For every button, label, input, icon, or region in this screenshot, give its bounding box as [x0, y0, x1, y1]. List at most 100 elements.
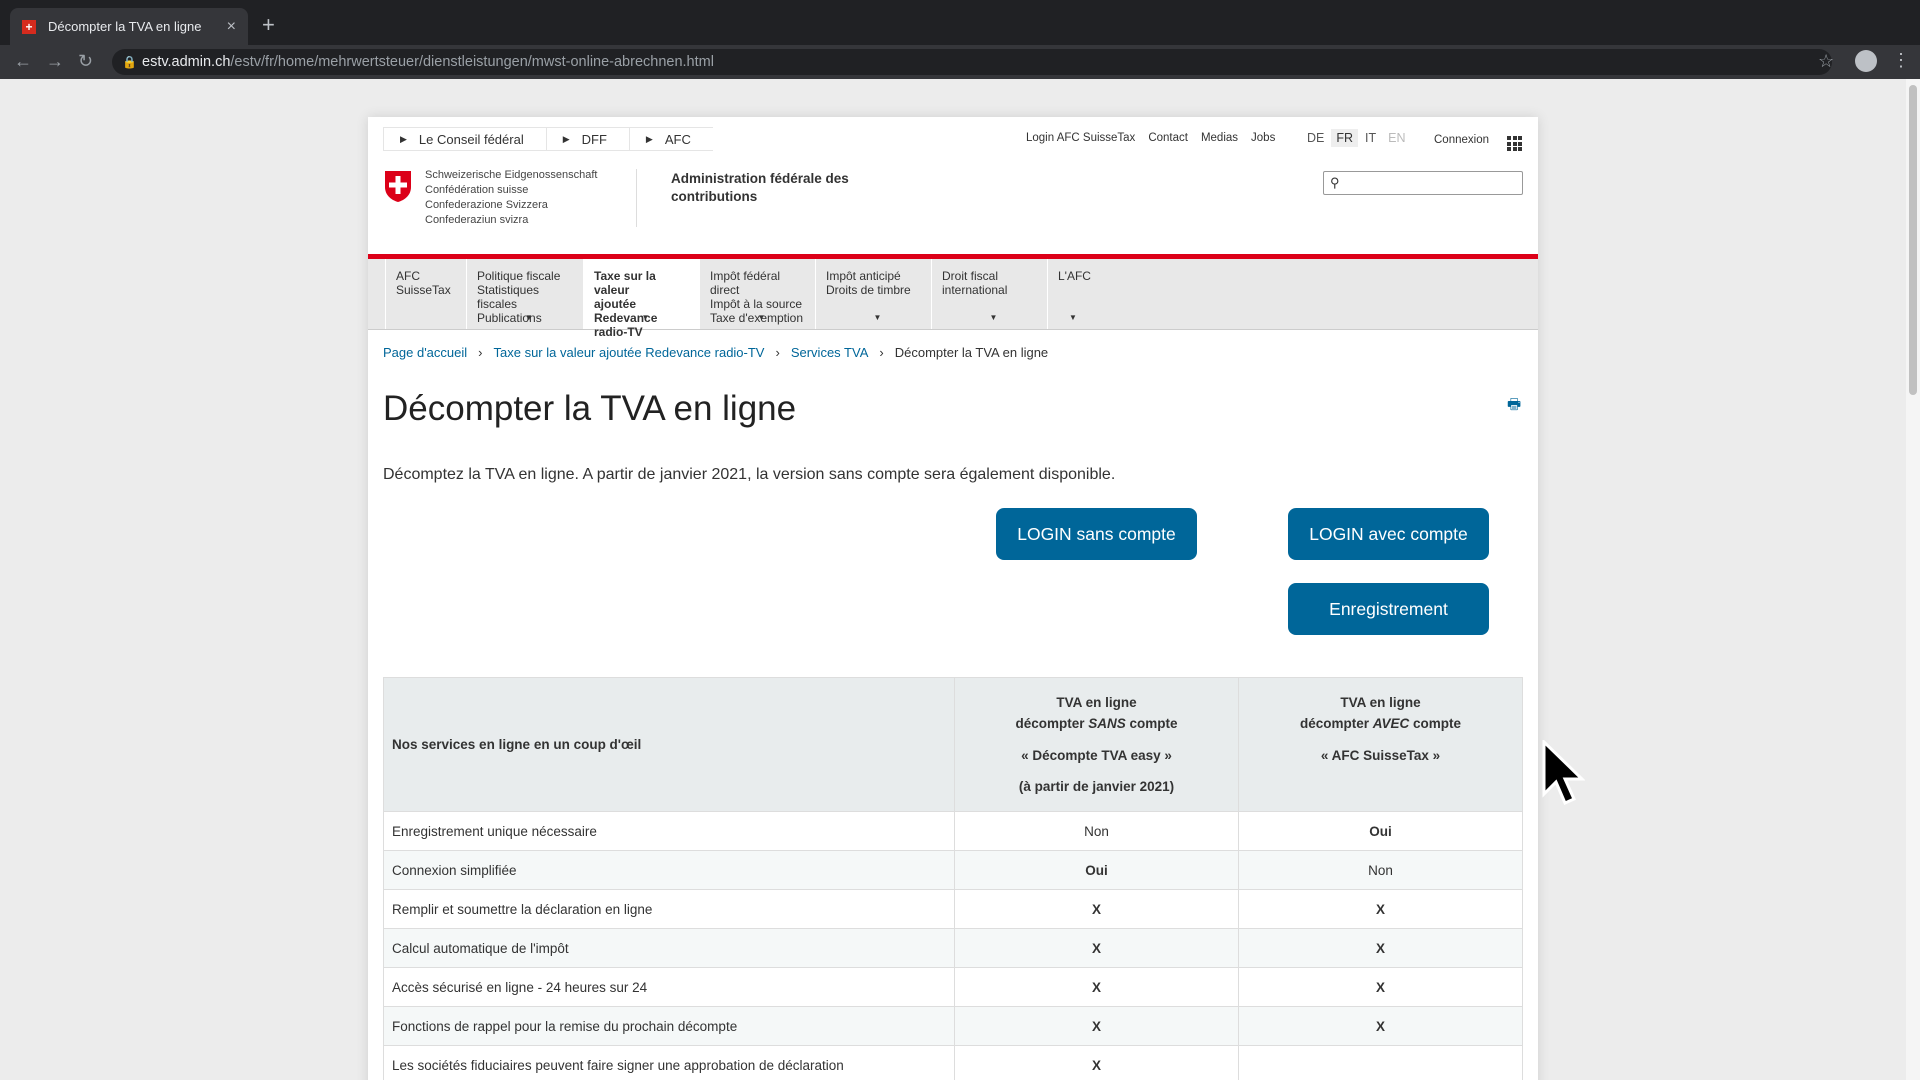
back-icon[interactable]: ← — [14, 51, 32, 72]
breadcrumb: Page d'accueil › Taxe sur la valeur ajouté… — [383, 345, 1048, 360]
nav-item[interactable]: L'AFC ▼ — [1047, 259, 1091, 329]
caret-down-icon: ▼ — [989, 313, 998, 322]
nav-item-label: international — [942, 283, 1008, 297]
nav-item[interactable]: Taxe sur la valeur ajoutée Redevance radio… — [583, 259, 699, 339]
nav-item-label: Taxe sur la valeur — [594, 269, 656, 297]
breadcrumb-item: Décompter la TVA en ligne — [894, 345, 1049, 360]
scrollbar-thumb[interactable] — [1909, 85, 1917, 395]
cell-without-account: X — [954, 1045, 1239, 1080]
confederation-name: Confédération suisse — [425, 184, 529, 196]
federal-bar-item[interactable]: ▶ AFC — [628, 127, 713, 151]
nav-item[interactable]: Droit fiscal international ▼ — [931, 259, 1047, 329]
cell-without-account: X — [954, 889, 1239, 929]
table-header-without-account: TVA en ligne décompter SANS compte « Déc… — [954, 677, 1239, 812]
confederation-names: Schweizerische Eidgenossenschaft Confédér… — [425, 168, 597, 228]
table-row: Calcul automatique de l'impôt X X — [383, 928, 1523, 968]
top-link[interactable]: Contact — [1148, 132, 1188, 144]
lock-icon: 🔒 — [122, 55, 137, 69]
cell-with-account — [1238, 1045, 1523, 1080]
header-divider — [636, 169, 637, 227]
federal-bar-item[interactable]: ▶ Le Conseil fédéral — [383, 127, 546, 151]
cell-with-account: X — [1238, 889, 1523, 929]
main-navigation: AFC SuisseTax Politique fiscale Statistiqu… — [368, 259, 1538, 339]
forward-icon[interactable]: → — [46, 51, 64, 72]
scrollbar[interactable] — [1906, 79, 1920, 1080]
nav-item-label: Droit fiscal — [942, 269, 999, 283]
page-viewport: ▶ Le Conseil fédéral ▶ DFF ▶ AFC Login AFC Su… — [0, 79, 1920, 1080]
bookmark-star-icon[interactable]: ☆ — [1818, 51, 1834, 72]
profile-avatar-icon[interactable] — [1855, 50, 1877, 72]
table-row: Enregistrement unique nécessaire Non Oui — [383, 811, 1523, 851]
row-label: Remplir et soumettre la déclaration en l… — [383, 889, 955, 929]
language-de[interactable]: DE — [1302, 129, 1329, 147]
address-bar[interactable]: 🔒 estv.admin.ch/estv/fr/home/mehrwertste… — [112, 49, 1832, 75]
language-fr[interactable]: FR — [1331, 129, 1359, 147]
nav-item[interactable]: AFC SuisseTax — [385, 259, 466, 329]
cell-without-account: X — [954, 967, 1239, 1007]
tab-title: Décompter la TVA en ligne — [48, 19, 202, 34]
chevron-right-icon: › — [775, 345, 780, 360]
caret-right-icon: ▶ — [645, 133, 653, 144]
nav-item-label: Impôt fédéral direct — [710, 269, 781, 297]
breadcrumb-item[interactable]: Taxe sur la valeur ajoutée Redevance rad… — [494, 345, 765, 360]
caret-right-icon: ▶ — [562, 133, 570, 144]
search-icon: ⚲ — [1330, 175, 1340, 190]
row-label: Les sociétés fiduciaires peuvent faire s… — [383, 1045, 955, 1080]
cell-without-account: X — [954, 928, 1239, 968]
browser-menu-icon[interactable]: ⋮ — [1892, 50, 1910, 71]
print-icon[interactable]: 🖶 — [1507, 394, 1521, 419]
registration-button[interactable]: Enregistrement — [1288, 583, 1489, 635]
breadcrumb-item[interactable]: Page d'accueil — [383, 345, 467, 360]
language-en: EN — [1388, 131, 1406, 145]
nav-item-label: Droits de timbre — [826, 283, 911, 297]
cell-without-account: Oui — [954, 850, 1239, 890]
row-label: Fonctions de rappel pour la remise du pr… — [383, 1006, 955, 1046]
nav-item-label: AFC SuisseTax — [396, 269, 451, 297]
caret-down-icon: ▼ — [1069, 313, 1077, 322]
nav-item-label: Impôt à la source — [710, 297, 803, 311]
apps-grid-icon[interactable] — [1507, 136, 1522, 151]
chevron-right-icon: › — [879, 345, 884, 360]
nav-item[interactable]: Politique fiscale Statistiques fiscales Pu… — [466, 259, 583, 329]
swiss-favicon-icon: + — [22, 19, 36, 34]
page-title: Décompter la TVA en ligne — [383, 389, 797, 428]
table-row: Accès sécurisé en ligne - 24 heures sur … — [383, 967, 1523, 1007]
breadcrumb-item[interactable]: Services TVA — [791, 345, 869, 360]
federal-bar-label: AFC — [664, 131, 691, 147]
url-path: /estv/fr/home/mehrwertsteuer/dienstleist… — [230, 54, 714, 70]
caret-right-icon: ▶ — [400, 133, 407, 144]
language-it[interactable]: IT — [1360, 129, 1381, 147]
nav-item[interactable]: Impôt fédéral direct Impôt à la source Tax… — [699, 259, 815, 329]
row-label: Accès sécurisé en ligne - 24 heures sur … — [383, 967, 955, 1007]
caret-down-icon: ▼ — [525, 313, 533, 322]
top-link[interactable]: Jobs — [1251, 132, 1275, 144]
cell-with-account: X — [1238, 967, 1523, 1007]
confederation-name: Confederazione Svizzera — [425, 199, 548, 211]
admin-name: Administration fédérale des contribution… — [671, 171, 849, 204]
new-tab-icon[interactable]: + — [262, 12, 275, 38]
table-header-label: Nos services en ligne en un coup d'œil — [383, 677, 955, 812]
search-input[interactable]: ⚲ — [1323, 171, 1523, 195]
top-link[interactable]: Login AFC SuisseTax — [1026, 132, 1135, 144]
nav-item-label: Politique fiscale — [477, 269, 561, 283]
federal-bar-item[interactable]: ▶ DFF — [545, 127, 629, 151]
login-without-account-button[interactable]: LOGIN sans compte — [996, 508, 1197, 560]
nav-item-label: Statistiques fiscales — [477, 283, 540, 311]
nav-item[interactable]: Impôt anticipé Droits de timbre ▼ — [815, 259, 931, 329]
browser-tab[interactable]: + Décompter la TVA en ligne × — [10, 8, 248, 45]
chevron-right-icon: › — [478, 345, 483, 360]
row-label: Enregistrement unique nécessaire — [383, 811, 955, 851]
login-with-account-button[interactable]: LOGIN avec compte — [1288, 508, 1489, 560]
swiss-cross-icon[interactable] — [383, 169, 413, 203]
reload-icon[interactable]: ↻ — [78, 51, 93, 72]
close-tab-icon[interactable]: × — [227, 18, 236, 36]
caret-down-icon: ▼ — [641, 313, 650, 322]
table-row: Connexion simplifiée Oui Non — [383, 850, 1523, 890]
cell-without-account: X — [954, 1006, 1239, 1046]
row-label: Connexion simplifiée — [383, 850, 955, 890]
connexion-link[interactable]: Connexion — [1434, 134, 1489, 146]
url-host: estv.admin.ch — [142, 54, 231, 70]
top-link[interactable]: Medias — [1201, 132, 1238, 144]
confederation-name: Confederaziun svizra — [425, 214, 529, 226]
table-row: Remplir et soumettre la déclaration en l… — [383, 889, 1523, 929]
